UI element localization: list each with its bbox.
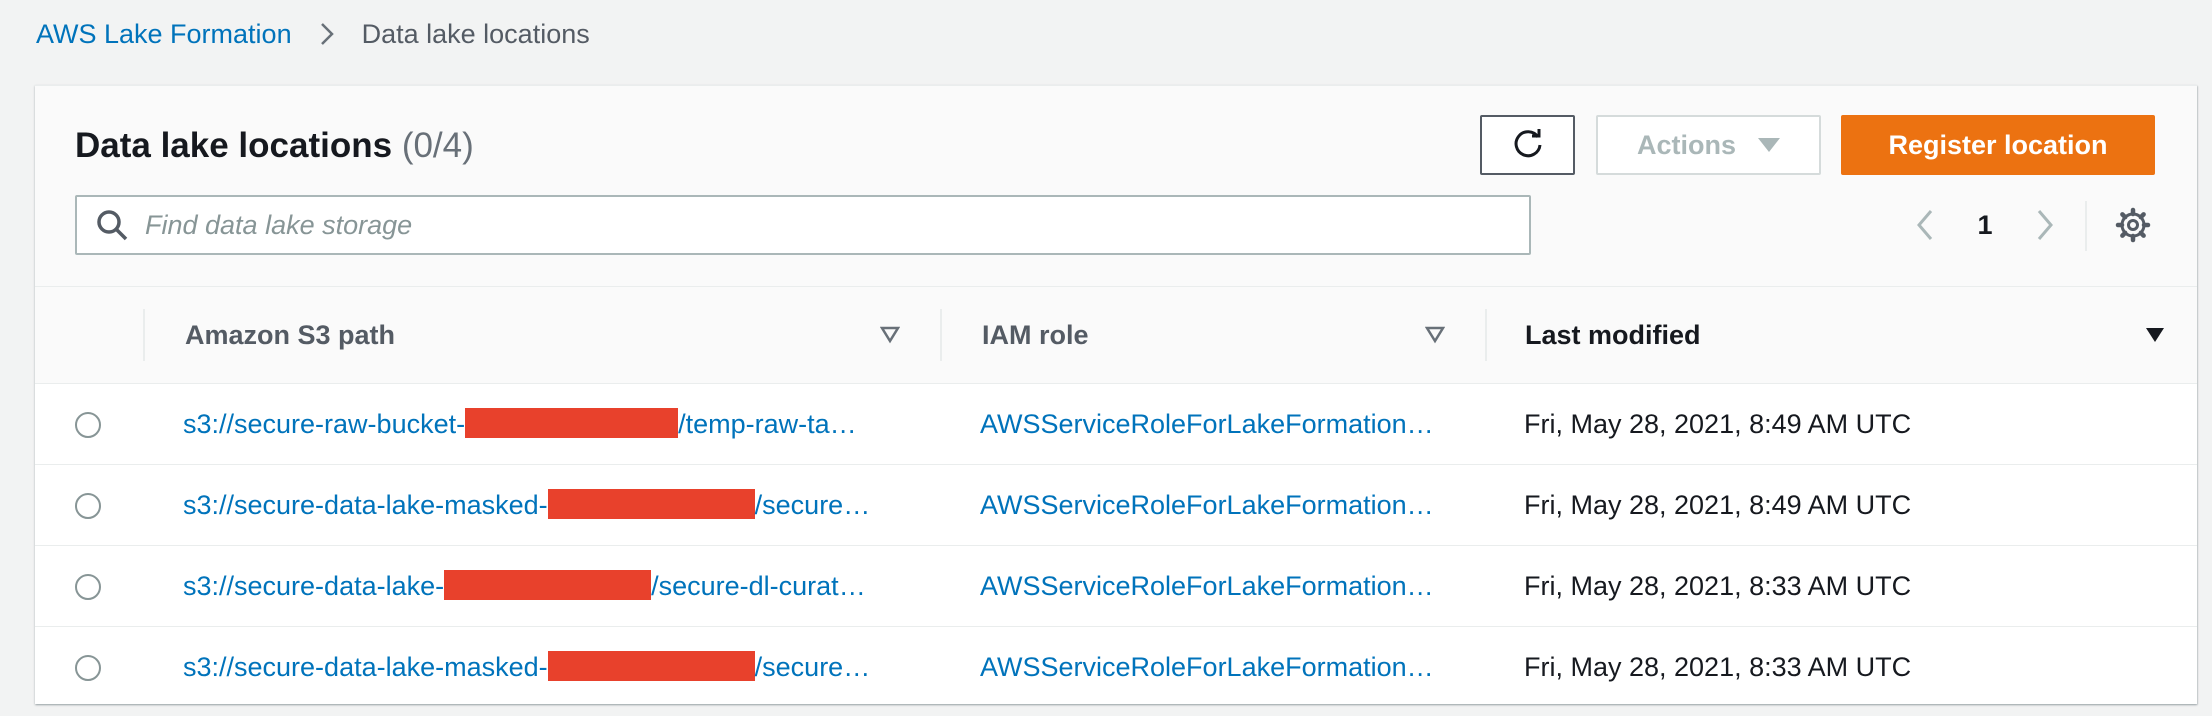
page-title: Data lake locations (0/4) (75, 126, 474, 166)
s3-path-prefix: s3://secure-data-lake- (183, 571, 445, 601)
column-header-iam-role[interactable]: IAM role (982, 287, 1089, 383)
sort-icon[interactable] (880, 326, 900, 344)
row-select-radio[interactable] (75, 655, 101, 681)
s3-path-link[interactable]: s3://secure-data-lake- /secure-dl-curat… (183, 546, 933, 626)
s3-path-link[interactable]: s3://secure-raw-bucket- /temp-raw-ta… (183, 384, 933, 464)
redacted-block (465, 408, 679, 438)
search-box[interactable] (75, 195, 1531, 255)
breadcrumb-current: Data lake locations (361, 18, 590, 49)
search-input[interactable] (143, 208, 1447, 242)
redacted-block (547, 489, 755, 519)
last-modified-value: Fri, May 28, 2021, 8:33 AM UTC (1524, 571, 1912, 601)
iam-role-link[interactable]: AWSServiceRoleForLakeFormation… (980, 546, 1460, 626)
pagination-divider (2085, 201, 2087, 251)
s3-path-suffix: /secure… (754, 490, 871, 520)
table-row[interactable]: s3://secure-data-lake-/secure-dl-curat… … (35, 546, 2197, 627)
column-divider (1485, 309, 1487, 361)
column-header-s3-path[interactable]: Amazon S3 path (185, 287, 395, 383)
chevron-right-icon (320, 23, 334, 45)
s3-path-suffix: /secure-dl-curat… (651, 571, 866, 601)
title-text: Data lake locations (75, 126, 393, 165)
caret-down-icon (1758, 138, 1780, 152)
row-select-radio[interactable] (75, 493, 101, 519)
sort-descending-icon[interactable] (2145, 326, 2165, 344)
table-row[interactable]: s3://secure-data-lake-masked- /secure… AW… (35, 465, 2197, 546)
pagination: 1 (1910, 198, 2060, 252)
refresh-button[interactable] (1480, 115, 1575, 175)
iam-role-link[interactable]: AWSServiceRoleForLakeFormation… (980, 465, 1460, 545)
chevron-right-icon (2037, 210, 2053, 240)
actions-dropdown[interactable]: Actions (1596, 115, 1821, 175)
row-select-radio[interactable] (75, 412, 101, 438)
column-divider (143, 309, 145, 361)
row-select-radio[interactable] (75, 574, 101, 600)
locations-panel: Data lake locations (0/4) Actions Regist… (35, 85, 2197, 704)
column-header-last-modified[interactable]: Last modified (1525, 287, 1701, 383)
table-header: Amazon S3 path IAM role Last modified (35, 287, 2197, 384)
search-icon (97, 210, 128, 241)
breadcrumb: AWS Lake Formation Data lake locations (36, 16, 590, 52)
s3-path-prefix: s3://secure-data-lake-masked- (183, 490, 548, 520)
redacted-block (547, 651, 755, 681)
s3-path-link[interactable]: s3://secure-data-lake-masked- /secure… (183, 627, 933, 707)
last-modified-value: Fri, May 28, 2021, 8:49 AM UTC (1524, 490, 1912, 520)
s3-path-link[interactable]: s3://secure-data-lake-masked- /secure… (183, 465, 933, 545)
gear-icon[interactable] (2115, 207, 2151, 243)
refresh-icon (1514, 129, 1541, 158)
column-divider (940, 309, 942, 361)
last-modified-value: Fri, May 28, 2021, 8:49 AM UTC (1524, 409, 1912, 439)
iam-role-link[interactable]: AWSServiceRoleForLakeFormation… (980, 627, 1460, 707)
actions-label: Actions (1636, 129, 1736, 160)
chevron-left-icon (1917, 210, 1933, 240)
s3-path-prefix: s3://secure-raw-bucket- (183, 409, 466, 439)
previous-page-button[interactable] (1910, 205, 1940, 245)
s3-path-prefix: s3://secure-data-lake-masked- (183, 652, 548, 682)
register-location-button[interactable]: Register location (1841, 115, 2155, 175)
table-row[interactable]: s3://secure-raw-bucket- /temp-raw-ta… AWS… (35, 384, 2197, 465)
selection-count: (0/4) (401, 126, 474, 165)
breadcrumb-link-lake-formation[interactable]: AWS Lake Formation (36, 19, 292, 50)
current-page-number[interactable]: 1 (1940, 210, 2030, 241)
next-page-button[interactable] (2030, 205, 2060, 245)
s3-path-suffix: /secure… (754, 652, 871, 682)
table-row[interactable]: s3://secure-data-lake-masked- /secure… AW… (35, 627, 2197, 707)
last-modified-value: Fri, May 28, 2021, 8:33 AM UTC (1524, 652, 1912, 682)
iam-role-link[interactable]: AWSServiceRoleForLakeFormation… (980, 384, 1460, 464)
sort-icon[interactable] (1425, 326, 1445, 344)
redacted-block (444, 570, 652, 600)
s3-path-suffix: /temp-raw-ta… (678, 409, 857, 439)
